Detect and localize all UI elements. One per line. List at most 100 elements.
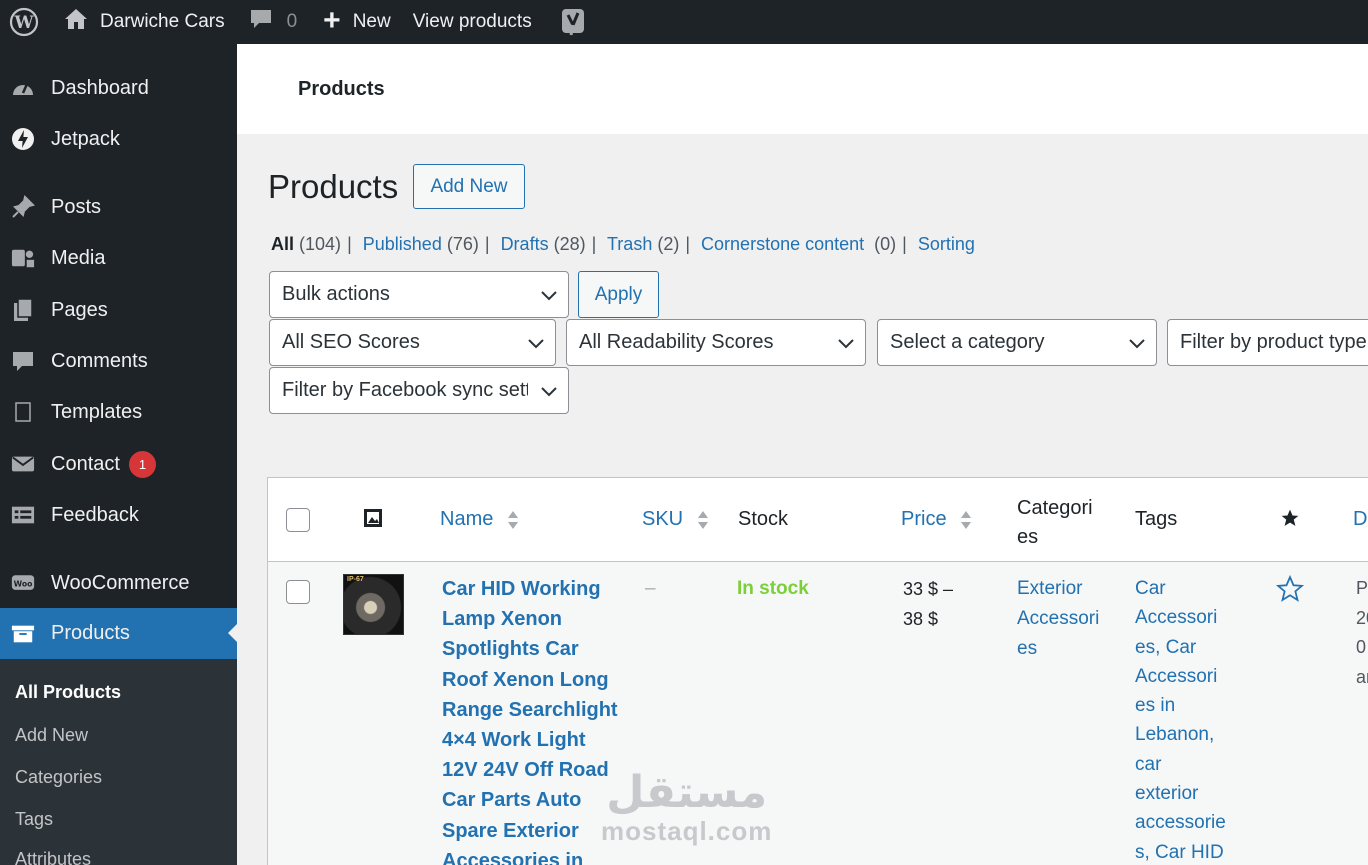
readability-filter[interactable]: All Readability Scores xyxy=(566,319,866,366)
date-line: am xyxy=(1356,666,1368,687)
column-name[interactable]: Name xyxy=(440,508,519,531)
site-name: Darwiche Cars xyxy=(100,11,225,32)
tag-line: s, Car HID xyxy=(1135,841,1224,863)
submenu-all-products[interactable]: All Products xyxy=(15,682,121,703)
tag-line: es in xyxy=(1135,695,1176,717)
select-value: All Readability Scores xyxy=(579,331,774,353)
svg-text:W: W xyxy=(13,13,34,33)
date-value: Pu 20 0 am xyxy=(1356,574,1368,692)
featured-star-outline-icon[interactable] xyxy=(1275,574,1305,614)
column-stock: Stock xyxy=(738,508,789,530)
view-trash[interactable]: Trash (2) xyxy=(607,234,679,254)
page-title: Products xyxy=(268,168,399,205)
wordpress-logo-icon[interactable]: W xyxy=(2,0,46,44)
column-label: Price xyxy=(901,508,947,530)
tag-links[interactable]: Car Accessori es, Car Accessori es in Le… xyxy=(1135,574,1226,865)
menu-feedback[interactable]: Feedback xyxy=(0,491,237,539)
title-line: Accessories in xyxy=(442,849,584,865)
add-new-button[interactable]: Add New xyxy=(413,164,525,209)
menu-jetpack[interactable]: Jetpack xyxy=(0,115,237,163)
column-label: Name xyxy=(440,508,494,530)
title-line: Lamp Xenon xyxy=(442,608,563,631)
column-label-line: Categori xyxy=(1017,497,1093,519)
menu-woocommerce[interactable]: Woo WooCommerce xyxy=(0,559,237,607)
category-line: Accessori xyxy=(1017,608,1100,629)
tag-line: es, Car xyxy=(1135,636,1197,658)
title-line: Roof Xenon Long xyxy=(442,668,609,691)
title-line: Car Parts Auto xyxy=(442,789,582,812)
seo-score-filter[interactable]: All SEO Scores xyxy=(269,319,556,366)
image-column-icon xyxy=(363,508,383,534)
site-name-link[interactable]: Darwiche Cars xyxy=(64,0,225,44)
menu-media[interactable]: Media xyxy=(0,234,237,282)
view-cornerstone[interactable]: Cornerstone content (0) xyxy=(701,234,896,254)
admin-sidebar: Dashboard Jetpack Posts Media Pages Comm… xyxy=(0,44,237,865)
title-line: Car HID Working xyxy=(442,578,601,600)
column-tags: Tags xyxy=(1135,508,1178,530)
category-link[interactable]: Exterior Accessori es xyxy=(1017,574,1099,664)
menu-label: Jetpack xyxy=(51,127,120,150)
title-line: Range Searchlight xyxy=(442,698,618,721)
archive-icon xyxy=(11,622,35,646)
chevron-down-icon xyxy=(541,387,557,397)
pin-icon xyxy=(11,195,35,219)
menu-templates[interactable]: Templates xyxy=(0,388,237,436)
comments-count: 0 xyxy=(286,11,298,32)
stock-status: In stock xyxy=(737,578,809,599)
date-line: 20 xyxy=(1356,607,1368,628)
price-line: 33 $ – xyxy=(903,579,954,599)
row-checkbox[interactable] xyxy=(286,580,310,604)
submenu-attributes[interactable]: Attributes xyxy=(15,849,91,865)
category-filter[interactable]: Select a category xyxy=(877,319,1157,366)
comments-link[interactable]: 0 xyxy=(249,0,298,44)
submenu-categories[interactable]: Categories xyxy=(15,767,102,788)
tag-line: car xyxy=(1135,753,1162,775)
category-line: es xyxy=(1017,638,1038,659)
product-type-filter[interactable]: Filter by product type xyxy=(1167,319,1368,366)
view-products-link[interactable]: View products xyxy=(413,0,532,44)
product-thumbnail[interactable]: IP-67 xyxy=(343,574,404,635)
products-submenu: All Products Add New Categories Tags Att… xyxy=(0,659,237,865)
chevron-down-icon xyxy=(528,339,544,349)
sort-icon xyxy=(507,510,518,529)
menu-contact[interactable]: Contact 1 xyxy=(0,440,237,488)
new-label: New xyxy=(352,11,391,32)
view-all[interactable]: All (104) xyxy=(271,234,341,254)
date-line: Pu xyxy=(1356,578,1368,598)
price-line: 38 $ xyxy=(903,609,939,629)
menu-dashboard[interactable]: Dashboard xyxy=(0,64,237,112)
table-row: IP-67 Car HID Working Lamp Xenon Spotlig… xyxy=(268,562,1368,865)
view-drafts[interactable]: Drafts (28) xyxy=(501,234,586,254)
mail-icon xyxy=(11,452,35,476)
column-categories: Categori es xyxy=(1017,494,1093,552)
apply-button[interactable]: Apply xyxy=(578,271,659,318)
menu-comments[interactable]: Comments xyxy=(0,337,237,385)
select-all-checkbox[interactable] xyxy=(286,508,310,532)
new-content-link[interactable]: + New xyxy=(323,0,391,44)
column-sku[interactable]: SKU xyxy=(642,508,709,531)
submenu-add-new[interactable]: Add New xyxy=(15,725,88,746)
yoast-icon[interactable] xyxy=(560,0,586,44)
view-sorting[interactable]: Sorting xyxy=(918,234,975,254)
tag-line: Accessori xyxy=(1135,607,1218,629)
submenu-tags[interactable]: Tags xyxy=(15,809,53,830)
home-icon xyxy=(64,8,88,36)
menu-products[interactable]: Products xyxy=(0,608,237,659)
template-icon xyxy=(11,400,35,424)
chevron-down-icon xyxy=(541,291,557,301)
product-title-link[interactable]: Car HID Working Lamp Xenon Spotlights Ca… xyxy=(442,574,618,865)
column-price[interactable]: Price xyxy=(901,508,972,531)
menu-pages[interactable]: Pages xyxy=(0,286,237,334)
sku-value: – xyxy=(645,578,656,599)
tag-line: exterior xyxy=(1135,783,1199,805)
price-value: 33 $ – 38 $ xyxy=(903,574,953,634)
watermark-latin: mostaql.com xyxy=(601,816,773,846)
table-header: Name SKU Stock Price Categori es Tags D xyxy=(268,478,1368,562)
featured-star-icon[interactable] xyxy=(1280,508,1300,534)
facebook-sync-filter[interactable]: Filter by Facebook sync setting xyxy=(269,367,569,414)
view-published[interactable]: Published (76) xyxy=(363,234,479,254)
menu-label: Products xyxy=(51,622,130,644)
menu-posts[interactable]: Posts xyxy=(0,183,237,231)
column-date[interactable]: D xyxy=(1353,508,1367,531)
bulk-actions-select[interactable]: Bulk actions xyxy=(269,271,569,318)
